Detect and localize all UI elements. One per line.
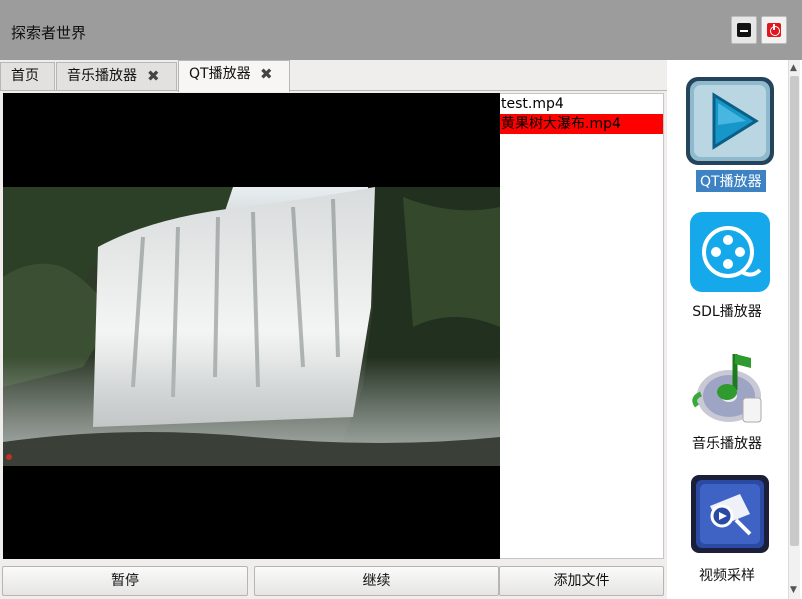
tab-music-player[interactable]: 音乐播放器 ✖	[56, 62, 177, 91]
tab-label: QT播放器	[189, 66, 251, 82]
close-window-button[interactable]	[761, 16, 787, 44]
sidebar-item-sdl-player[interactable]: SDL播放器	[667, 212, 787, 322]
tab-close-icon[interactable]: ✖	[147, 63, 160, 90]
playlist-item-selected[interactable]: 黄果树大瀑布.mp4	[500, 114, 663, 134]
minimize-icon	[737, 23, 751, 37]
add-file-button[interactable]: 添加文件	[499, 566, 664, 596]
tab-home[interactable]: 首页	[0, 62, 55, 91]
pause-button[interactable]: 暂停	[2, 566, 248, 596]
play-triangle-icon	[686, 77, 774, 165]
tab-label: 首页	[11, 68, 39, 84]
power-close-icon	[767, 23, 781, 37]
scrollbar-thumb[interactable]	[790, 76, 799, 546]
scroll-down-icon[interactable]: ▼	[790, 585, 797, 595]
tab-bar: 首页 音乐播放器 ✖ QT播放器 ✖	[0, 60, 667, 92]
resume-button[interactable]: 继续	[254, 566, 499, 596]
sidebar: QT播放器 SDL播放器 音乐播放器 视频采样	[667, 60, 802, 599]
sidebar-item-qt-player[interactable]: QT播放器	[667, 75, 787, 195]
minimize-button[interactable]	[731, 16, 757, 44]
tab-qt-player[interactable]: QT播放器 ✖	[178, 60, 290, 92]
tab-label: 音乐播放器	[67, 68, 137, 84]
music-note-cd-icon	[692, 354, 762, 423]
sidebar-item-video-sampling[interactable]: 视频采样	[667, 474, 787, 594]
video-frame-waterfall	[3, 187, 500, 466]
sidebar-item-label: SDL播放器	[692, 304, 762, 320]
sidebar-item-label: 视频采样	[699, 568, 755, 584]
sidebar-item-label: QT播放器	[696, 170, 766, 192]
tab-close-icon[interactable]: ✖	[260, 61, 273, 88]
playlist-item[interactable]: test.mp4	[500, 94, 663, 114]
playlist: test.mp4 黄果树大瀑布.mp4	[500, 93, 664, 559]
sidebar-item-label: 音乐播放器	[692, 436, 762, 452]
film-reel-icon	[690, 212, 770, 292]
title-bar: 探索者世界	[0, 0, 802, 60]
video-sampling-icon	[691, 475, 769, 553]
scroll-up-icon[interactable]: ▲	[790, 63, 797, 73]
sidebar-item-music-player[interactable]: 音乐播放器	[667, 350, 787, 460]
sidebar-scrollbar[interactable]: ▲ ▼	[788, 60, 800, 599]
video-display[interactable]	[3, 93, 500, 559]
window-title: 探索者世界	[11, 24, 87, 42]
tab-divider	[0, 90, 667, 91]
main-area: 首页 音乐播放器 ✖ QT播放器 ✖ test.mp4 黄果树大瀑布.mp4 暂…	[0, 60, 667, 599]
qt-player-panel: test.mp4 黄果树大瀑布.mp4 暂停 继续 添加文件	[2, 93, 665, 599]
